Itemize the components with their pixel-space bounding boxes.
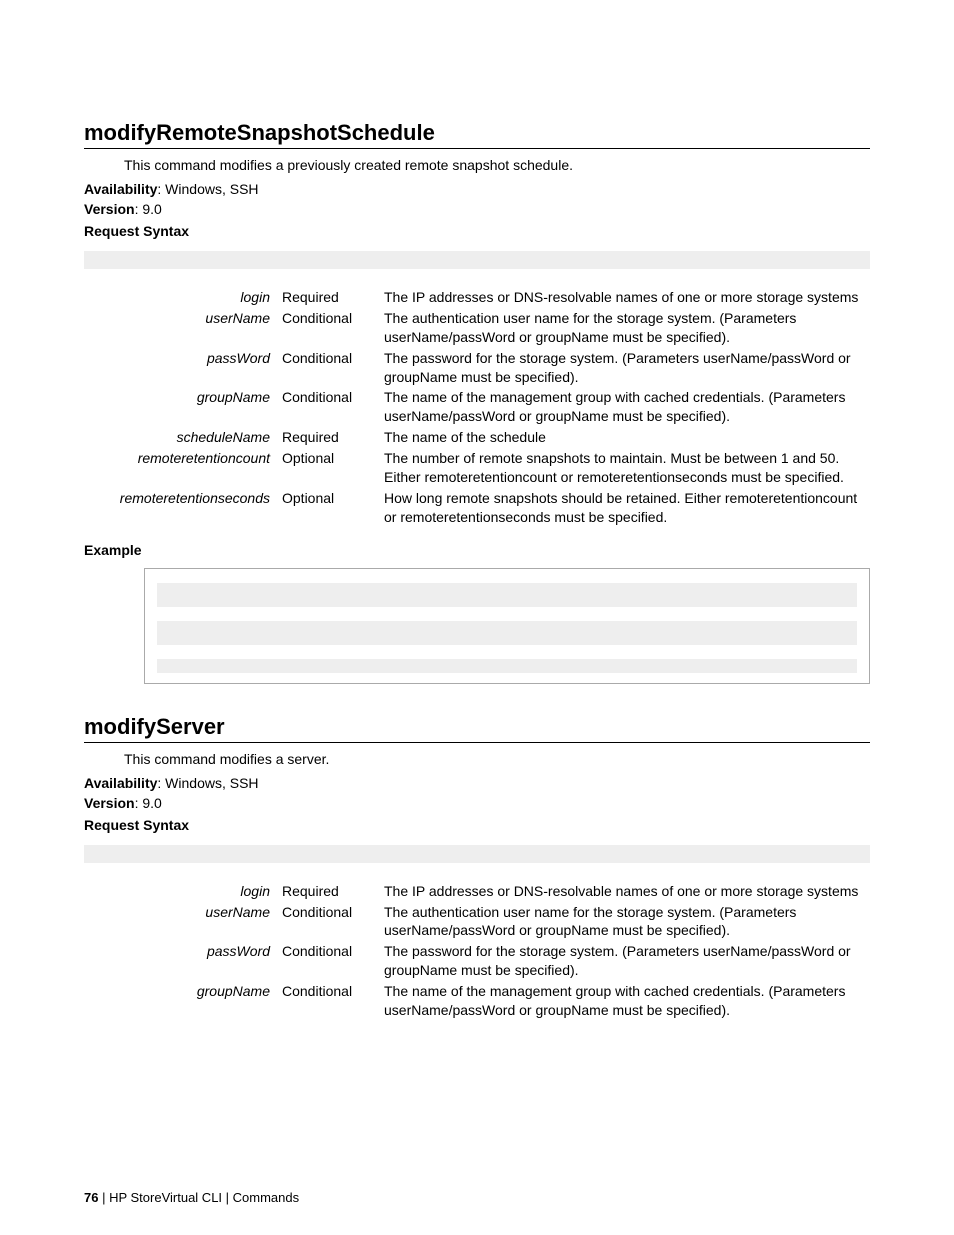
availability-value: : Windows, SSH [157,775,258,791]
param-desc: The authentication user name for the sto… [378,902,870,942]
section-title: modifyServer [84,714,870,743]
param-req: Required [276,287,378,308]
availability-label: Availability [84,775,157,791]
section-intro: This command modifies a server. [124,751,870,767]
footer-sep: | [222,1190,233,1205]
param-name: userName [84,308,276,348]
param-desc: The IP addresses or DNS-resolvable names… [378,881,870,902]
table-row: groupName Conditional The name of the ma… [84,387,870,427]
param-desc: The authentication user name for the sto… [378,308,870,348]
param-name: groupName [84,981,276,1021]
version-line: Version: 9.0 [84,795,870,811]
param-req: Conditional [276,941,378,981]
example-stripe [157,621,857,645]
example-stripe [157,659,857,673]
example-stripe [157,583,857,607]
footer-chapter: Commands [233,1190,299,1205]
param-desc: The IP addresses or DNS-resolvable names… [378,287,870,308]
table-row: scheduleName Required The name of the sc… [84,427,870,448]
param-name: scheduleName [84,427,276,448]
param-desc: The password for the storage system. (Pa… [378,941,870,981]
param-req: Conditional [276,981,378,1021]
param-req: Conditional [276,348,378,388]
param-name: groupName [84,387,276,427]
version-label: Version [84,795,135,811]
param-name: userName [84,902,276,942]
section-intro: This command modifies a previously creat… [124,157,870,173]
example-box [144,568,870,684]
example-heading: Example [84,542,870,558]
table-row: login Required The IP addresses or DNS-r… [84,881,870,902]
param-req: Conditional [276,387,378,427]
table-row: passWord Conditional The password for th… [84,348,870,388]
param-desc: The name of the management group with ca… [378,981,870,1021]
param-name: passWord [84,941,276,981]
table-row: login Required The IP addresses or DNS-r… [84,287,870,308]
page-number: 76 [84,1190,98,1205]
request-syntax-heading: Request Syntax [84,223,870,239]
page: modifyRemoteSnapshotSchedule This comman… [0,0,954,1235]
page-footer: 76 | HP StoreVirtual CLI | Commands [84,1190,299,1205]
param-name: login [84,287,276,308]
version-value: : 9.0 [135,795,162,811]
param-req: Required [276,881,378,902]
table-row: passWord Conditional The password for th… [84,941,870,981]
param-name: remoteretentionseconds [84,488,276,528]
param-name: remoteretentioncount [84,448,276,488]
param-name: login [84,881,276,902]
request-syntax-heading: Request Syntax [84,817,870,833]
availability-line: Availability: Windows, SSH [84,775,870,791]
syntax-bar [84,251,870,269]
param-req: Optional [276,488,378,528]
params-table: login Required The IP addresses or DNS-r… [84,881,870,1021]
footer-sep: | [98,1190,109,1205]
param-desc: The password for the storage system. (Pa… [378,348,870,388]
params-table: login Required The IP addresses or DNS-r… [84,287,870,528]
param-req: Conditional [276,308,378,348]
availability-label: Availability [84,181,157,197]
param-desc: The name of the management group with ca… [378,387,870,427]
param-desc: The name of the schedule [378,427,870,448]
param-name: passWord [84,348,276,388]
table-row: userName Conditional The authentication … [84,902,870,942]
table-row: remoteretentionseconds Optional How long… [84,488,870,528]
param-desc: The number of remote snapshots to mainta… [378,448,870,488]
footer-doc-title: HP StoreVirtual CLI [109,1190,222,1205]
table-row: remoteretentioncount Optional The number… [84,448,870,488]
param-desc: How long remote snapshots should be reta… [378,488,870,528]
availability-line: Availability: Windows, SSH [84,181,870,197]
table-row: userName Conditional The authentication … [84,308,870,348]
version-value: : 9.0 [135,201,162,217]
param-req: Required [276,427,378,448]
param-req: Conditional [276,902,378,942]
section-title: modifyRemoteSnapshotSchedule [84,120,870,149]
version-label: Version [84,201,135,217]
param-req: Optional [276,448,378,488]
version-line: Version: 9.0 [84,201,870,217]
syntax-bar [84,845,870,863]
availability-value: : Windows, SSH [157,181,258,197]
table-row: groupName Conditional The name of the ma… [84,981,870,1021]
